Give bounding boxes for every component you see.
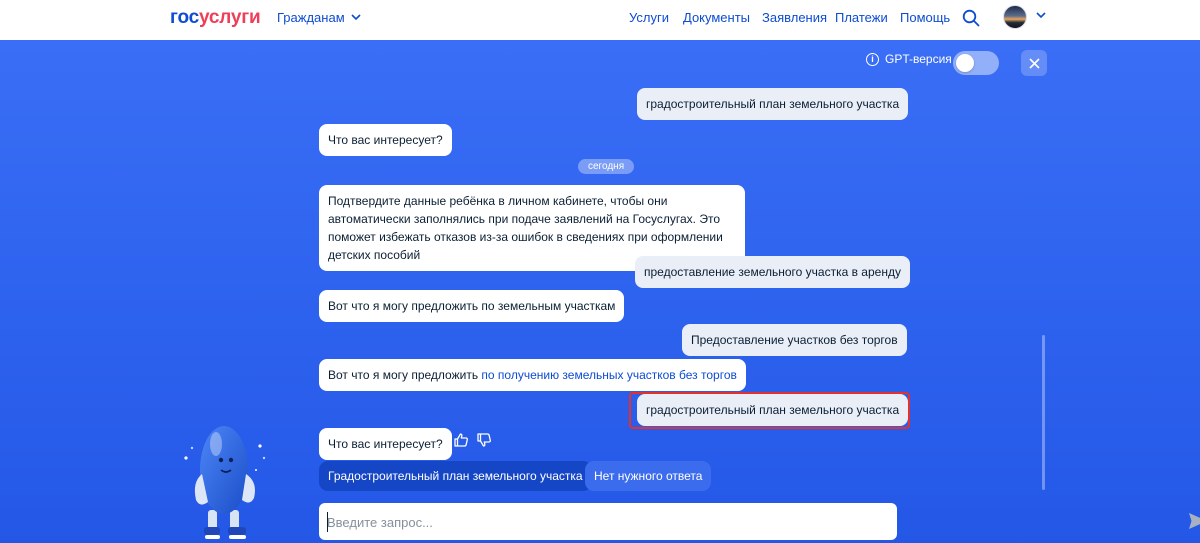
- nav-services[interactable]: Услуги: [629, 10, 669, 25]
- chat-input-box: [319, 503, 1200, 540]
- bot-message: Что вас интересует?: [319, 124, 452, 156]
- citizens-menu[interactable]: Гражданам: [277, 10, 361, 25]
- gpt-version-label: GPT-версия: [885, 52, 952, 66]
- user-message: Предоставление участков без торгов: [682, 324, 907, 356]
- search-icon[interactable]: [962, 9, 980, 27]
- chevron-down-icon[interactable]: [1036, 12, 1046, 19]
- nav-documents[interactable]: Документы: [683, 10, 750, 25]
- gosuslugi-logo[interactable]: госуслуги: [170, 7, 261, 29]
- bot-message: Вот что я могу предложить по земельным у…: [319, 290, 625, 322]
- bot-message: Вот что я могу предложить по получению з…: [319, 359, 746, 391]
- close-icon: [1028, 57, 1040, 69]
- bot-message: Что вас интересует?: [319, 428, 452, 460]
- quick-reply-no-answer[interactable]: Нет нужного ответа: [585, 461, 712, 491]
- chat-scrollbar[interactable]: [1042, 335, 1045, 490]
- quick-reply-urban-plan[interactable]: Градостроительный план земельного участк…: [319, 461, 592, 491]
- avatar[interactable]: [1003, 5, 1027, 29]
- info-icon[interactable]: i: [866, 52, 879, 66]
- send-icon[interactable]: [1188, 512, 1200, 530]
- citizens-label: Гражданам: [277, 10, 345, 25]
- gpt-version-label-group: i GPT-версия: [866, 52, 952, 66]
- user-message: градостроительный план земельного участк…: [637, 88, 909, 120]
- nav-applications[interactable]: Заявления: [762, 10, 827, 25]
- thumbs-down-icon[interactable]: [476, 432, 492, 448]
- nav-help[interactable]: Помощь: [900, 10, 950, 25]
- chat-panel: i GPT-версия градостроительный план земе…: [0, 40, 1200, 543]
- gpt-version-toggle[interactable]: [953, 51, 999, 75]
- user-message: предоставление земельного участка в арен…: [635, 256, 910, 288]
- chat-input[interactable]: [327, 512, 847, 532]
- top-header: госуслуги Гражданам Услуги Документы Зая…: [0, 0, 1200, 40]
- toggle-knob: [956, 54, 974, 72]
- highlight-box: [629, 392, 910, 429]
- robot-mascot: [184, 426, 266, 539]
- chevron-down-icon: [351, 14, 361, 21]
- thumbs-up-icon[interactable]: [453, 432, 469, 448]
- close-button[interactable]: [1021, 50, 1047, 76]
- date-separator: сегодня: [578, 159, 635, 174]
- text-caret: [327, 512, 328, 532]
- nav-payments[interactable]: Платежи: [835, 10, 888, 25]
- land-plots-link[interactable]: по получению земельных участков без торг…: [481, 368, 736, 382]
